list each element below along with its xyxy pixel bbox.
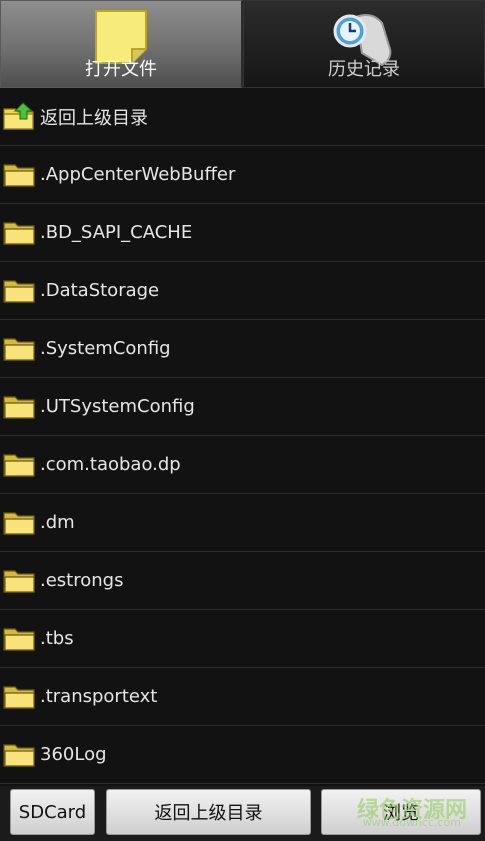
folder-name: .tbs [40,628,74,649]
folder-name: .SystemConfig [40,338,171,359]
list-item-go-up[interactable]: 返回上级目录 [0,88,485,146]
folder-icon [3,159,39,191]
list-item-folder[interactable]: 360Log [0,726,485,784]
list-item-folder[interactable]: .BD_SAPI_CACHE [0,204,485,262]
folder-name: .BD_SAPI_CACHE [40,222,193,243]
folder-icon [3,739,39,771]
folder-up-icon [3,101,39,133]
go-up-button[interactable]: 返回上级目录 [106,789,311,835]
folder-name: .AppCenterWebBuffer [40,164,236,185]
sdcard-button[interactable]: SDCard [10,789,95,835]
tab-bar: 打开文件 历史记录 [0,0,485,88]
folder-icon [3,217,39,249]
list-item-label: 返回上级目录 [40,107,148,129]
folder-name: .dm [40,512,75,533]
list-item-folder[interactable]: .DataStorage [0,262,485,320]
folder-icon [3,333,39,365]
folder-name: .UTSystemConfig [40,396,195,417]
folder-icon [3,681,39,713]
list-item-folder[interactable]: .SystemConfig [0,320,485,378]
list-item-folder[interactable]: .com.taobao.dp [0,436,485,494]
folder-name: 360Log [40,744,107,765]
folder-icon [3,565,39,597]
list-item-folder[interactable]: .estrongs [0,552,485,610]
tab-open-file-label: 打开文件 [85,59,157,80]
folder-icon [3,391,39,423]
folder-name: .DataStorage [40,280,160,301]
folder-name: .transportext [40,686,158,707]
folder-icon [3,507,39,539]
folder-icon [3,623,39,655]
list-item-folder[interactable]: .transportext [0,668,485,726]
folder-icon [3,449,39,481]
folder-name: .com.taobao.dp [40,454,181,475]
folder-icon [3,275,39,307]
list-item-folder[interactable]: .AppCenterWebBuffer [0,146,485,204]
folder-name: .estrongs [40,570,124,591]
browse-button[interactable]: 浏览 [321,789,481,835]
file-list: 返回上级目录 .AppCenterWebBuffer .BD_SAPI_CACH… [0,88,485,786]
list-item-folder[interactable]: .dm [0,494,485,552]
tab-open-file[interactable]: 打开文件 [0,0,243,88]
list-item-folder[interactable]: .UTSystemConfig [0,378,485,436]
tab-history-label: 历史记录 [328,59,400,80]
list-item-folder[interactable]: .tbs [0,610,485,668]
bottom-toolbar: SDCard 返回上级目录 浏览 绿色资源网 www.downcc.com [0,786,485,841]
tab-history[interactable]: 历史记录 [243,0,485,88]
